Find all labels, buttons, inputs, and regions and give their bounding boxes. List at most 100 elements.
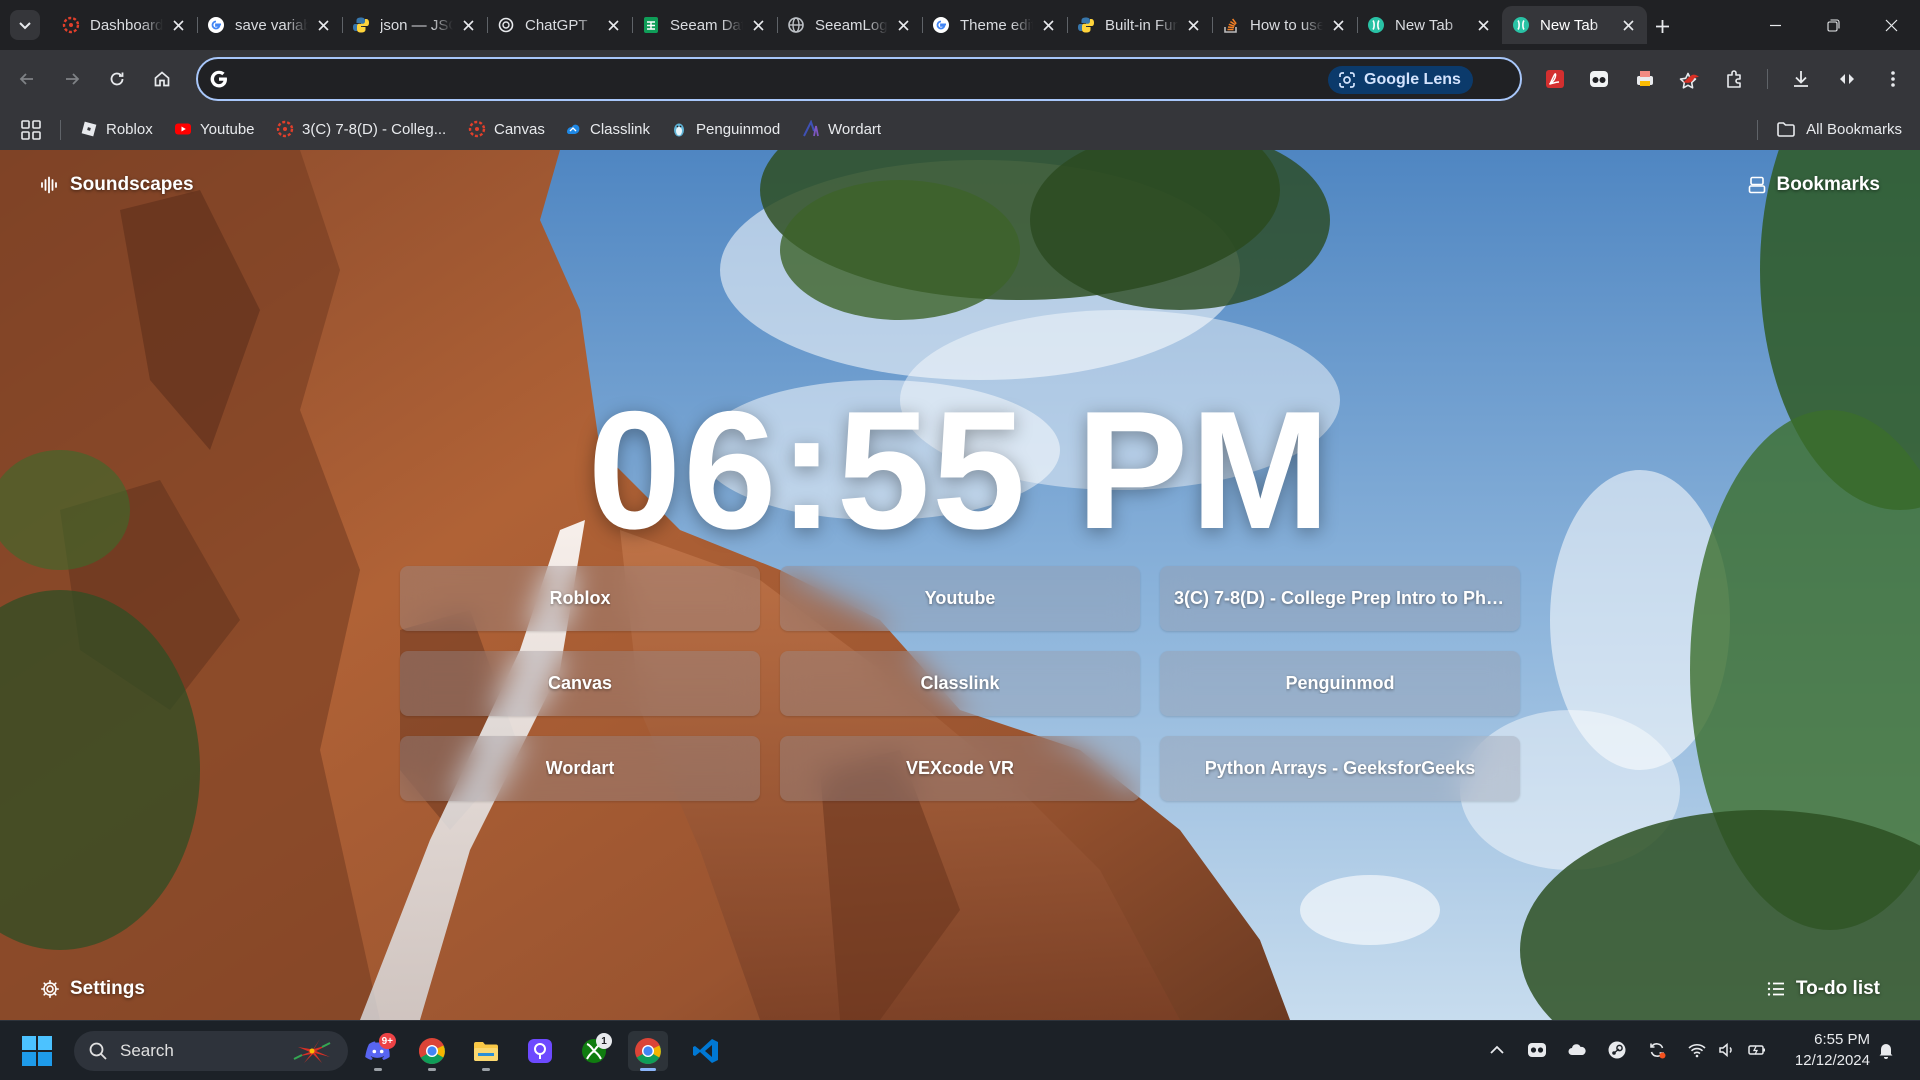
tab-theme-editor[interactable]: Theme editor [922,6,1067,44]
bookmark-penguinmod[interactable]: Penguinmod [670,116,780,142]
shortcut-classlink[interactable]: Classlink [780,651,1140,716]
close-icon[interactable] [1329,16,1347,34]
tray-sync[interactable] [1644,1037,1670,1063]
taskbar-search[interactable]: Search [74,1031,348,1071]
close-icon[interactable] [1474,16,1492,34]
tab-built-in-functions[interactable]: Built-in Functions [1067,6,1212,44]
close-icon[interactable] [459,16,477,34]
forward-button[interactable] [55,62,89,96]
wing-icon [1683,74,1699,83]
tab-title: Built-in Functions [1105,16,1178,34]
active-indicator [640,1068,656,1071]
apps-grid-icon[interactable] [20,119,42,141]
tab-seeam-login[interactable]: SeeamLogin [777,6,922,44]
bookmark-wordart[interactable]: Wordart [802,116,881,142]
address-bar[interactable]: Google Lens [196,57,1697,101]
tab-strip: Dashboard save variable json — JSON Chat… [0,0,1920,50]
tab-new-tab[interactable]: New Tab [1357,6,1502,44]
shortcut-penguinmod[interactable]: Penguinmod [1160,651,1520,716]
running-indicator [482,1068,490,1071]
tab-title: Seeam Data [670,16,743,34]
browser-menu-button[interactable] [1878,64,1908,94]
tab-search-button[interactable] [10,10,40,40]
extension-button-3[interactable] [1630,64,1660,94]
close-icon[interactable] [1184,16,1202,34]
steam-icon [1608,1041,1626,1059]
tab-chatgpt[interactable]: ChatGPT [487,6,632,44]
close-icon[interactable] [1039,16,1057,34]
google-lens-button[interactable]: Google Lens [1328,66,1473,94]
address-input[interactable] [242,65,1302,93]
tray-steam[interactable] [1604,1037,1630,1063]
windows-taskbar: Search 9+ 1 6:55 PM 12/12/2024 [0,1020,1920,1080]
minimize-button[interactable] [1746,0,1804,50]
shortcut-college-prep[interactable]: 3(C) 7-8(D) - College Prep Intro to Phy.… [1160,566,1520,631]
shortcut-youtube[interactable]: Youtube [780,566,1140,631]
tab-seeam-data[interactable]: Seeam Data [632,6,777,44]
tab-dashboard[interactable]: Dashboard [52,6,197,44]
tray-volume[interactable] [1714,1037,1740,1063]
taskbar-clock[interactable]: 6:55 PM 12/12/2024 [1782,1029,1870,1071]
tab-title: Dashboard [90,16,163,34]
close-window-button[interactable] [1862,0,1920,50]
downloads-button[interactable] [1786,64,1816,94]
bookmarks-button[interactable]: Bookmarks [1747,174,1880,196]
close-icon[interactable] [894,16,912,34]
sync-icon [1650,1043,1666,1059]
new-tab-button[interactable] [1648,12,1676,40]
tray-app-1[interactable] [1524,1037,1550,1063]
close-icon[interactable] [1619,16,1637,34]
tray-onedrive[interactable] [1564,1037,1590,1063]
bookmark-classlink[interactable]: Classlink [564,116,650,142]
tab-new-tab-active[interactable]: New Tab [1502,6,1647,44]
shortcut-wordart[interactable]: Wordart [400,736,760,801]
taskbar-proton-pass[interactable] [520,1031,560,1071]
windows-start-icon[interactable] [20,1034,54,1068]
tab-save-variable[interactable]: save variable [197,6,342,44]
all-bookmarks-button[interactable]: All Bookmarks [1776,116,1902,142]
taskbar-discord[interactable]: 9+ [358,1031,398,1071]
taskbar-chrome[interactable] [412,1031,452,1071]
tray-notifications[interactable] [1873,1037,1899,1063]
tray-overflow[interactable] [1484,1037,1510,1063]
taskbar-vscode[interactable] [686,1031,726,1071]
wordart-icon [803,120,819,137]
tab-title: SeeamLogin [815,16,888,34]
tab-how-to-use[interactable]: How to use [1212,6,1357,44]
settings-button[interactable]: Settings [40,978,145,1000]
tab-title: ChatGPT [525,16,588,34]
extensions-menu-button[interactable] [1720,64,1750,94]
reload-button[interactable] [100,62,134,96]
download-icon [1794,71,1808,87]
extension-button-4[interactable] [1676,64,1706,94]
close-icon[interactable] [169,16,187,34]
bookmark-roblox[interactable]: Roblox [80,116,153,142]
bookmark-canvas[interactable]: Canvas [468,116,545,142]
restore-button[interactable] [1804,0,1862,50]
shortcut-python-arrays[interactable]: Python Arrays - GeeksforGeeks [1160,736,1520,801]
tray-wifi[interactable] [1684,1037,1710,1063]
close-icon[interactable] [749,16,767,34]
close-icon[interactable] [604,16,622,34]
extension-button-2[interactable] [1584,64,1614,94]
taskbar-chrome-active[interactable] [628,1031,668,1071]
bookmark-youtube[interactable]: Youtube [174,116,255,142]
acrobat-extension-button[interactable] [1540,64,1570,94]
taskbar-file-explorer[interactable] [466,1031,506,1071]
home-button[interactable] [145,62,179,96]
volume-icon [1719,1042,1732,1058]
todo-list-button[interactable]: To-do list [1766,978,1880,1000]
soundscapes-button[interactable]: Soundscapes [40,174,194,196]
close-icon[interactable] [314,16,332,34]
shortcut-roblox[interactable]: Roblox [400,566,760,631]
back-button[interactable] [10,62,44,96]
tray-battery[interactable] [1744,1037,1770,1063]
media-controls-button[interactable] [1832,64,1862,94]
bookmark-college-prep[interactable]: 3(C) 7-8(D) - Colleg... [276,116,446,142]
tab-json[interactable]: json — JSON [342,6,487,44]
shortcut-vexcode-vr[interactable]: VEXcode VR [780,736,1140,801]
shortcut-canvas[interactable]: Canvas [400,651,760,716]
taskbar-xbox[interactable]: 1 [574,1031,614,1071]
bookmark-label: Youtube [200,120,255,138]
home-icon [154,71,170,87]
